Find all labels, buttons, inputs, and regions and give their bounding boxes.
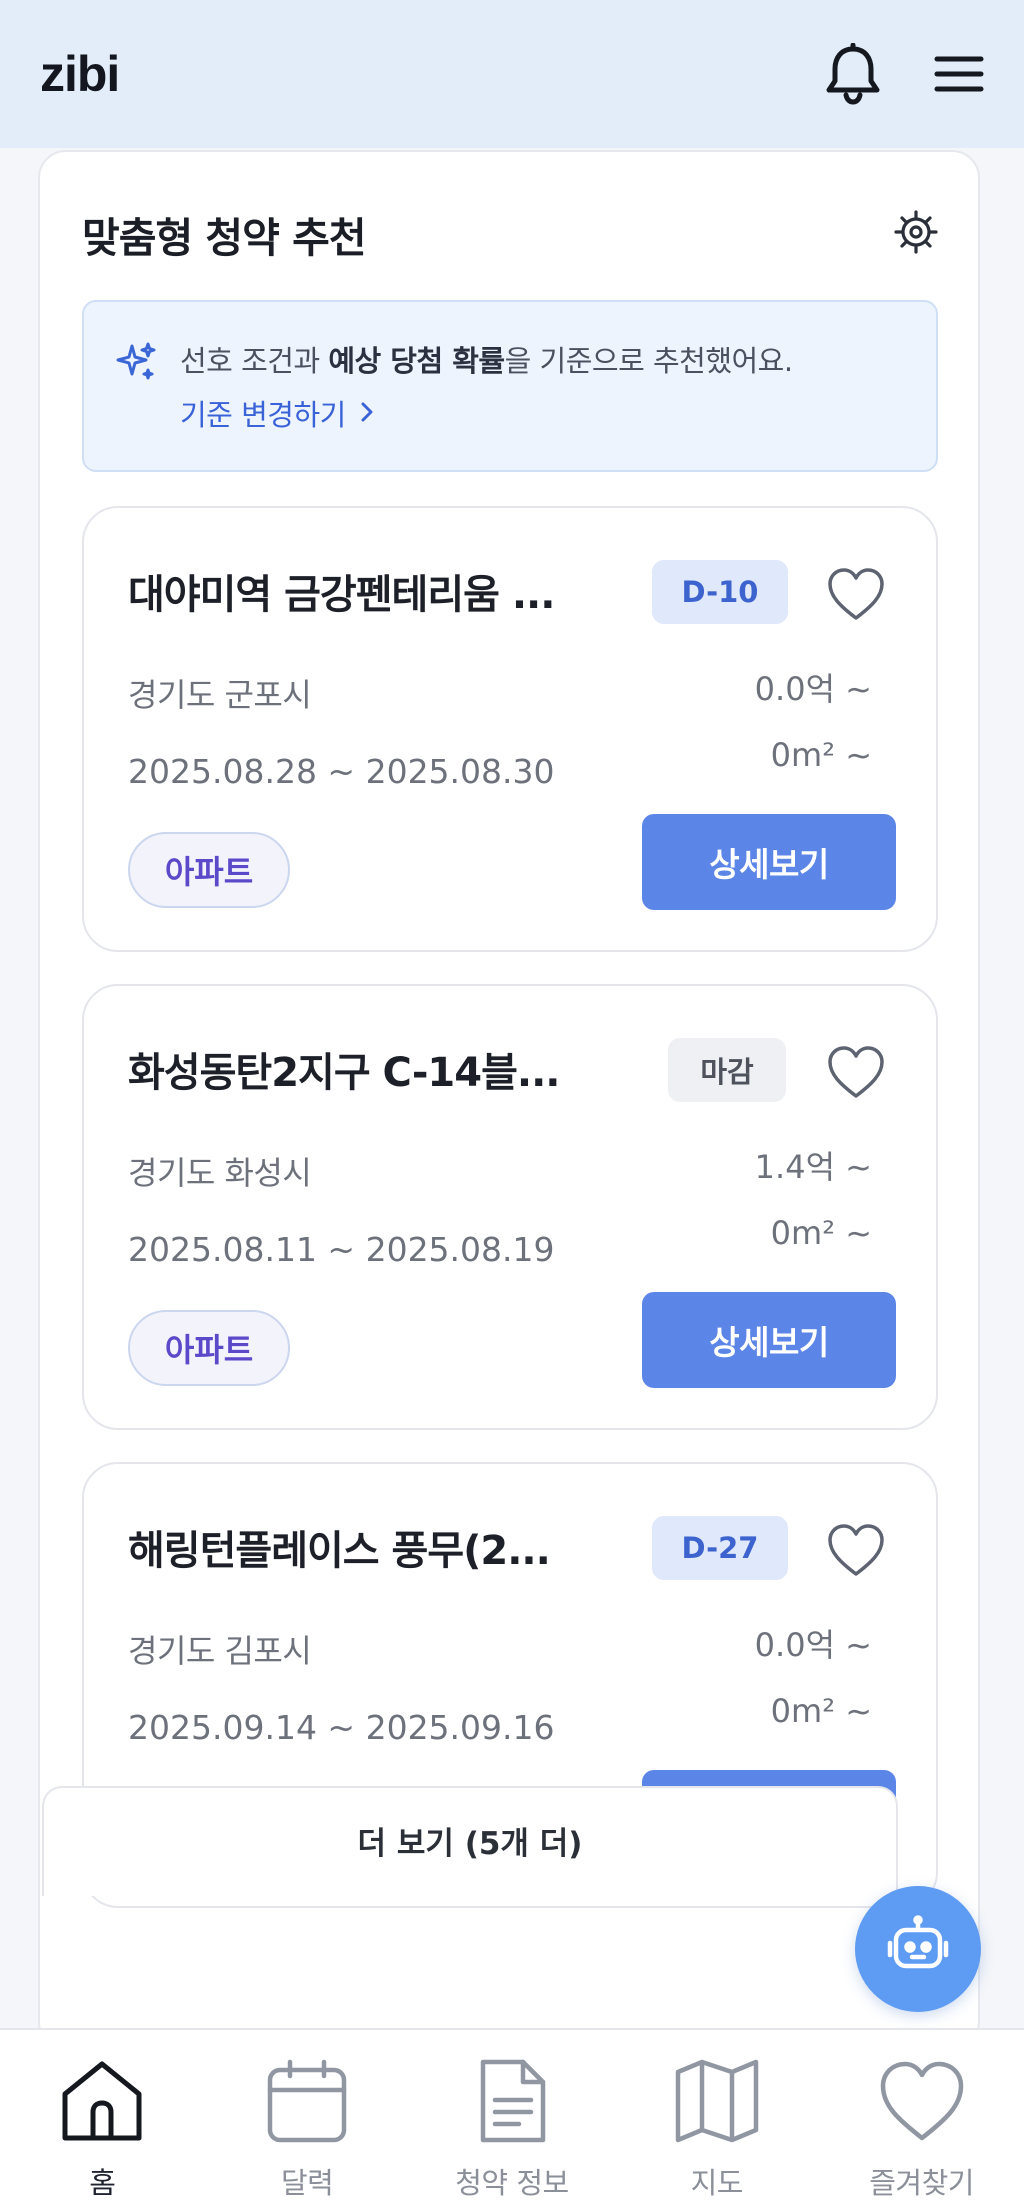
calendar-icon	[262, 2056, 352, 2150]
recommendation-info-box: 선호 조건과 예상 당첨 확률을 기준으로 추천했어요. 기준 변경하기	[82, 300, 938, 472]
listing-card[interactable]: 화성동탄2지구 C-14블... 마감 경기도 화성시 1.4억 ~ 2025.…	[82, 984, 938, 1430]
listing-title: 화성동탄2지구 C-14블...	[128, 1050, 560, 1096]
detail-button[interactable]: 상세보기	[642, 1292, 896, 1388]
section-title: 맞춤형 청약 추천	[82, 214, 367, 262]
bell-icon[interactable]	[824, 43, 882, 105]
bottom-navigation: 홈 달력 청약 정보 지도 즐겨찾기	[0, 2028, 1024, 2208]
nav-label-subscription-info: 청약 정보	[455, 2166, 569, 2200]
recommendation-panel: 맞춤형 청약 추천 선호 조건과 예상 당첨 확률을 기준으로 추천했어요. 기…	[38, 150, 980, 2050]
listing-dates: 2025.09.14 ~ 2025.09.16	[128, 1708, 555, 1747]
chatbot-robot-icon	[886, 1915, 950, 1983]
nav-label-favorites: 즐겨찾기	[869, 2166, 974, 2200]
detail-button[interactable]: 상세보기	[642, 814, 896, 910]
favorite-heart-icon[interactable]	[826, 1522, 886, 1582]
nav-label-calendar: 달력	[281, 2166, 334, 2200]
nav-label-map: 지도	[690, 2166, 744, 2200]
listing-location: 경기도 김포시	[128, 1632, 312, 1670]
listing-card[interactable]: 대야미역 금강펜테리움 ... D-10 경기도 군포시 0.0억 ~ 2025…	[82, 506, 938, 952]
header-actions	[824, 43, 984, 105]
heart-icon	[877, 2056, 967, 2150]
listing-area: 0m² ~	[770, 736, 872, 774]
info-text: 선호 조건과 예상 당첨 확률을 기준으로 추천했어요.	[180, 338, 793, 380]
nav-item-map[interactable]: 지도	[615, 2056, 819, 2202]
show-more-button[interactable]: 더 보기 (5개 더)	[42, 1786, 898, 1896]
closed-badge: 마감	[668, 1038, 786, 1102]
listing-title: 대야미역 금강펜테리움 ...	[128, 572, 555, 618]
document-icon	[467, 2056, 557, 2150]
nav-item-favorites[interactable]: 즐겨찾기	[820, 2056, 1024, 2202]
menu-icon[interactable]	[934, 54, 984, 94]
home-icon	[57, 2056, 147, 2150]
d-day-badge: D-27	[652, 1516, 788, 1580]
listing-title: 해링턴플레이스 풍무(2...	[128, 1528, 551, 1574]
info-text-emphasis: 예상 당첨 확률	[328, 344, 505, 378]
nav-label-home: 홈	[89, 2166, 116, 2200]
listing-price: 1.4억 ~	[754, 1148, 872, 1186]
d-day-badge: D-10	[652, 560, 788, 624]
change-criteria-link[interactable]: 기준 변경하기	[180, 392, 374, 434]
chatbot-button[interactable]	[855, 1886, 981, 2012]
settings-gear-icon[interactable]	[894, 210, 938, 258]
app-logo[interactable]: zibi	[40, 45, 120, 103]
listing-dates: 2025.08.28 ~ 2025.08.30	[128, 752, 555, 791]
housing-type-chip: 아파트	[128, 832, 290, 908]
housing-type-chip: 아파트	[128, 1310, 290, 1386]
nav-item-calendar[interactable]: 달력	[205, 2056, 409, 2202]
nav-item-home[interactable]: 홈	[0, 2056, 204, 2202]
nav-item-subscription-info[interactable]: 청약 정보	[410, 2056, 614, 2202]
listing-location: 경기도 군포시	[128, 676, 312, 714]
info-text-suffix: 을 기준으로 추천했어요.	[504, 344, 793, 378]
info-text-prefix: 선호 조건과	[180, 344, 329, 378]
listing-area: 0m² ~	[770, 1692, 872, 1730]
listing-area: 0m² ~	[770, 1214, 872, 1252]
chevron-right-icon	[360, 396, 374, 430]
listing-dates: 2025.08.11 ~ 2025.08.19	[128, 1230, 555, 1269]
app-header: zibi	[0, 0, 1024, 148]
favorite-heart-icon[interactable]	[826, 566, 886, 626]
map-icon	[672, 2056, 762, 2150]
listing-location: 경기도 화성시	[128, 1154, 312, 1192]
change-criteria-label: 기준 변경하기	[180, 398, 346, 432]
favorite-heart-icon[interactable]	[826, 1044, 886, 1104]
listing-price: 0.0억 ~	[754, 1626, 872, 1664]
listing-price: 0.0억 ~	[754, 670, 872, 708]
sparkle-icon	[114, 340, 158, 388]
